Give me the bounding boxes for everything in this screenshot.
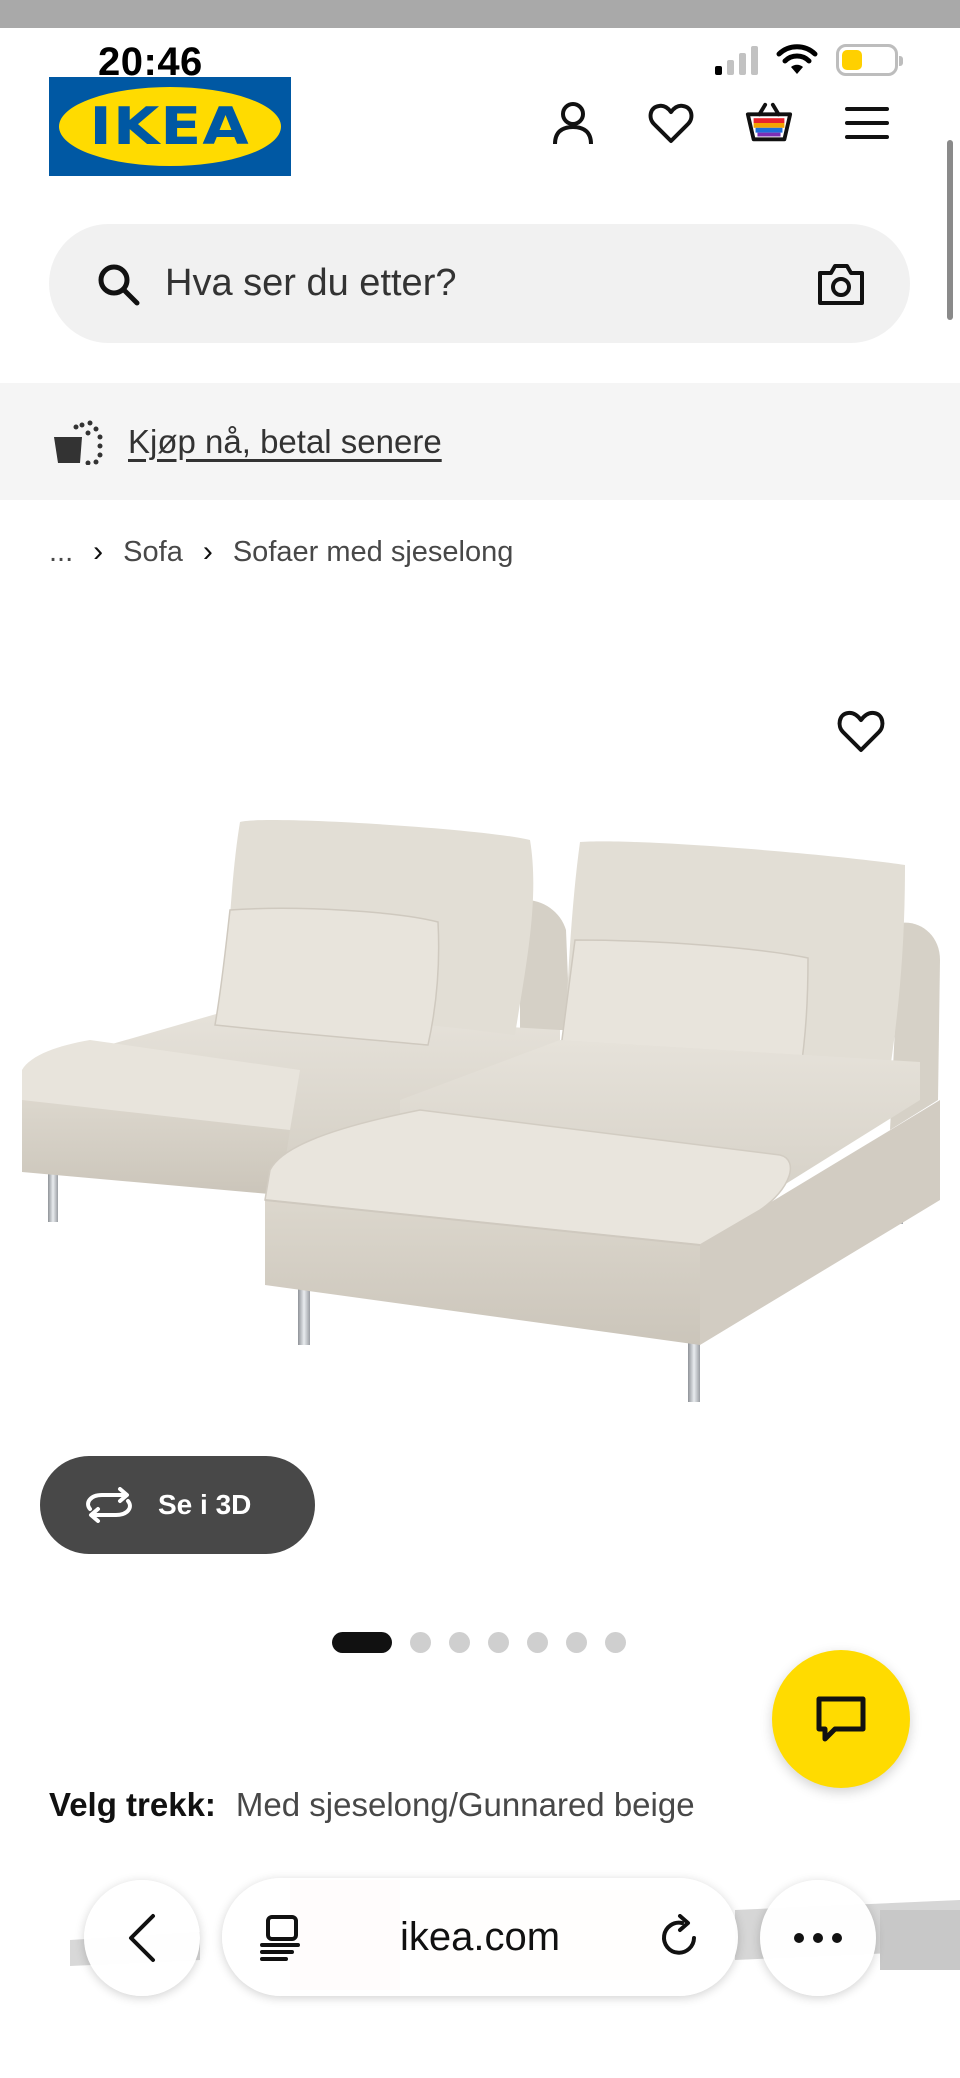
chat-icon bbox=[816, 1696, 866, 1742]
chevron-right-icon: › bbox=[202, 535, 213, 568]
carousel-dot[interactable] bbox=[527, 1632, 548, 1653]
rotate-3d-icon bbox=[86, 1487, 132, 1523]
pay-later-link[interactable]: Kjøp nå, betal senere bbox=[128, 423, 442, 461]
browser-back-button[interactable] bbox=[84, 1880, 200, 1996]
add-to-wishlist-icon[interactable] bbox=[836, 708, 886, 754]
pay-later-icon bbox=[54, 420, 103, 465]
search-bar[interactable]: Hva ser du etter? bbox=[49, 224, 910, 343]
product-image[interactable] bbox=[0, 800, 960, 1460]
menu-icon[interactable] bbox=[842, 98, 892, 148]
chevron-right-icon: › bbox=[93, 535, 104, 568]
battery-icon bbox=[836, 44, 903, 76]
promo-banner: Kjøp nå, betal senere bbox=[0, 383, 960, 500]
view-3d-button[interactable]: Se i 3D bbox=[40, 1456, 315, 1554]
logo-text: IKEA bbox=[89, 96, 251, 157]
carousel-dot[interactable] bbox=[566, 1632, 587, 1653]
chevron-left-icon bbox=[129, 1914, 155, 1962]
image-carousel-indicator bbox=[332, 1632, 626, 1653]
carousel-dot[interactable] bbox=[410, 1632, 431, 1653]
carousel-dot[interactable] bbox=[488, 1632, 509, 1653]
carousel-dot[interactable] bbox=[332, 1632, 392, 1653]
browser-more-button[interactable] bbox=[760, 1880, 876, 1996]
header-icons bbox=[548, 98, 892, 148]
cart-icon[interactable] bbox=[744, 98, 794, 148]
wishlist-icon[interactable] bbox=[646, 98, 696, 148]
variant-selector[interactable]: Velg trekk: Med sjeselong/Gunnared beige bbox=[49, 1786, 695, 1824]
breadcrumb-ellipsis[interactable]: ... bbox=[49, 536, 73, 569]
browser-address-bar[interactable]: ikea.com bbox=[222, 1878, 738, 1996]
reload-icon[interactable] bbox=[658, 1914, 702, 1960]
search-input[interactable]: Hva ser du etter? bbox=[165, 262, 816, 305]
view-3d-label: Se i 3D bbox=[158, 1489, 252, 1520]
cellular-signal-icon bbox=[715, 45, 758, 75]
status-time: 20:46 bbox=[98, 40, 203, 84]
carousel-dot[interactable] bbox=[449, 1632, 470, 1653]
chat-button[interactable] bbox=[772, 1650, 910, 1788]
breadcrumb: ... › Sofa › Sofaer med sjeselong bbox=[49, 530, 513, 574]
top-strip bbox=[0, 0, 960, 28]
browser-url: ikea.com bbox=[399, 1914, 561, 1959]
page-scrollbar[interactable] bbox=[947, 140, 953, 320]
more-icon bbox=[794, 1933, 842, 1943]
camera-search-icon[interactable] bbox=[816, 261, 866, 307]
breadcrumb-item-chaise-sofas[interactable]: Sofaer med sjeselong bbox=[233, 536, 514, 569]
page-menu-icon[interactable] bbox=[258, 1913, 302, 1961]
breadcrumb-item-sofa[interactable]: Sofa bbox=[123, 536, 183, 569]
ikea-logo[interactable]: IKEA bbox=[49, 77, 291, 176]
account-icon[interactable] bbox=[548, 98, 598, 148]
search-icon bbox=[98, 264, 140, 305]
variant-value: Med sjeselong/Gunnared beige bbox=[235, 1786, 695, 1823]
status-icons bbox=[715, 44, 903, 76]
wifi-icon bbox=[776, 44, 818, 74]
variant-label: Velg trekk: bbox=[49, 1786, 216, 1823]
carousel-dot[interactable] bbox=[605, 1632, 626, 1653]
